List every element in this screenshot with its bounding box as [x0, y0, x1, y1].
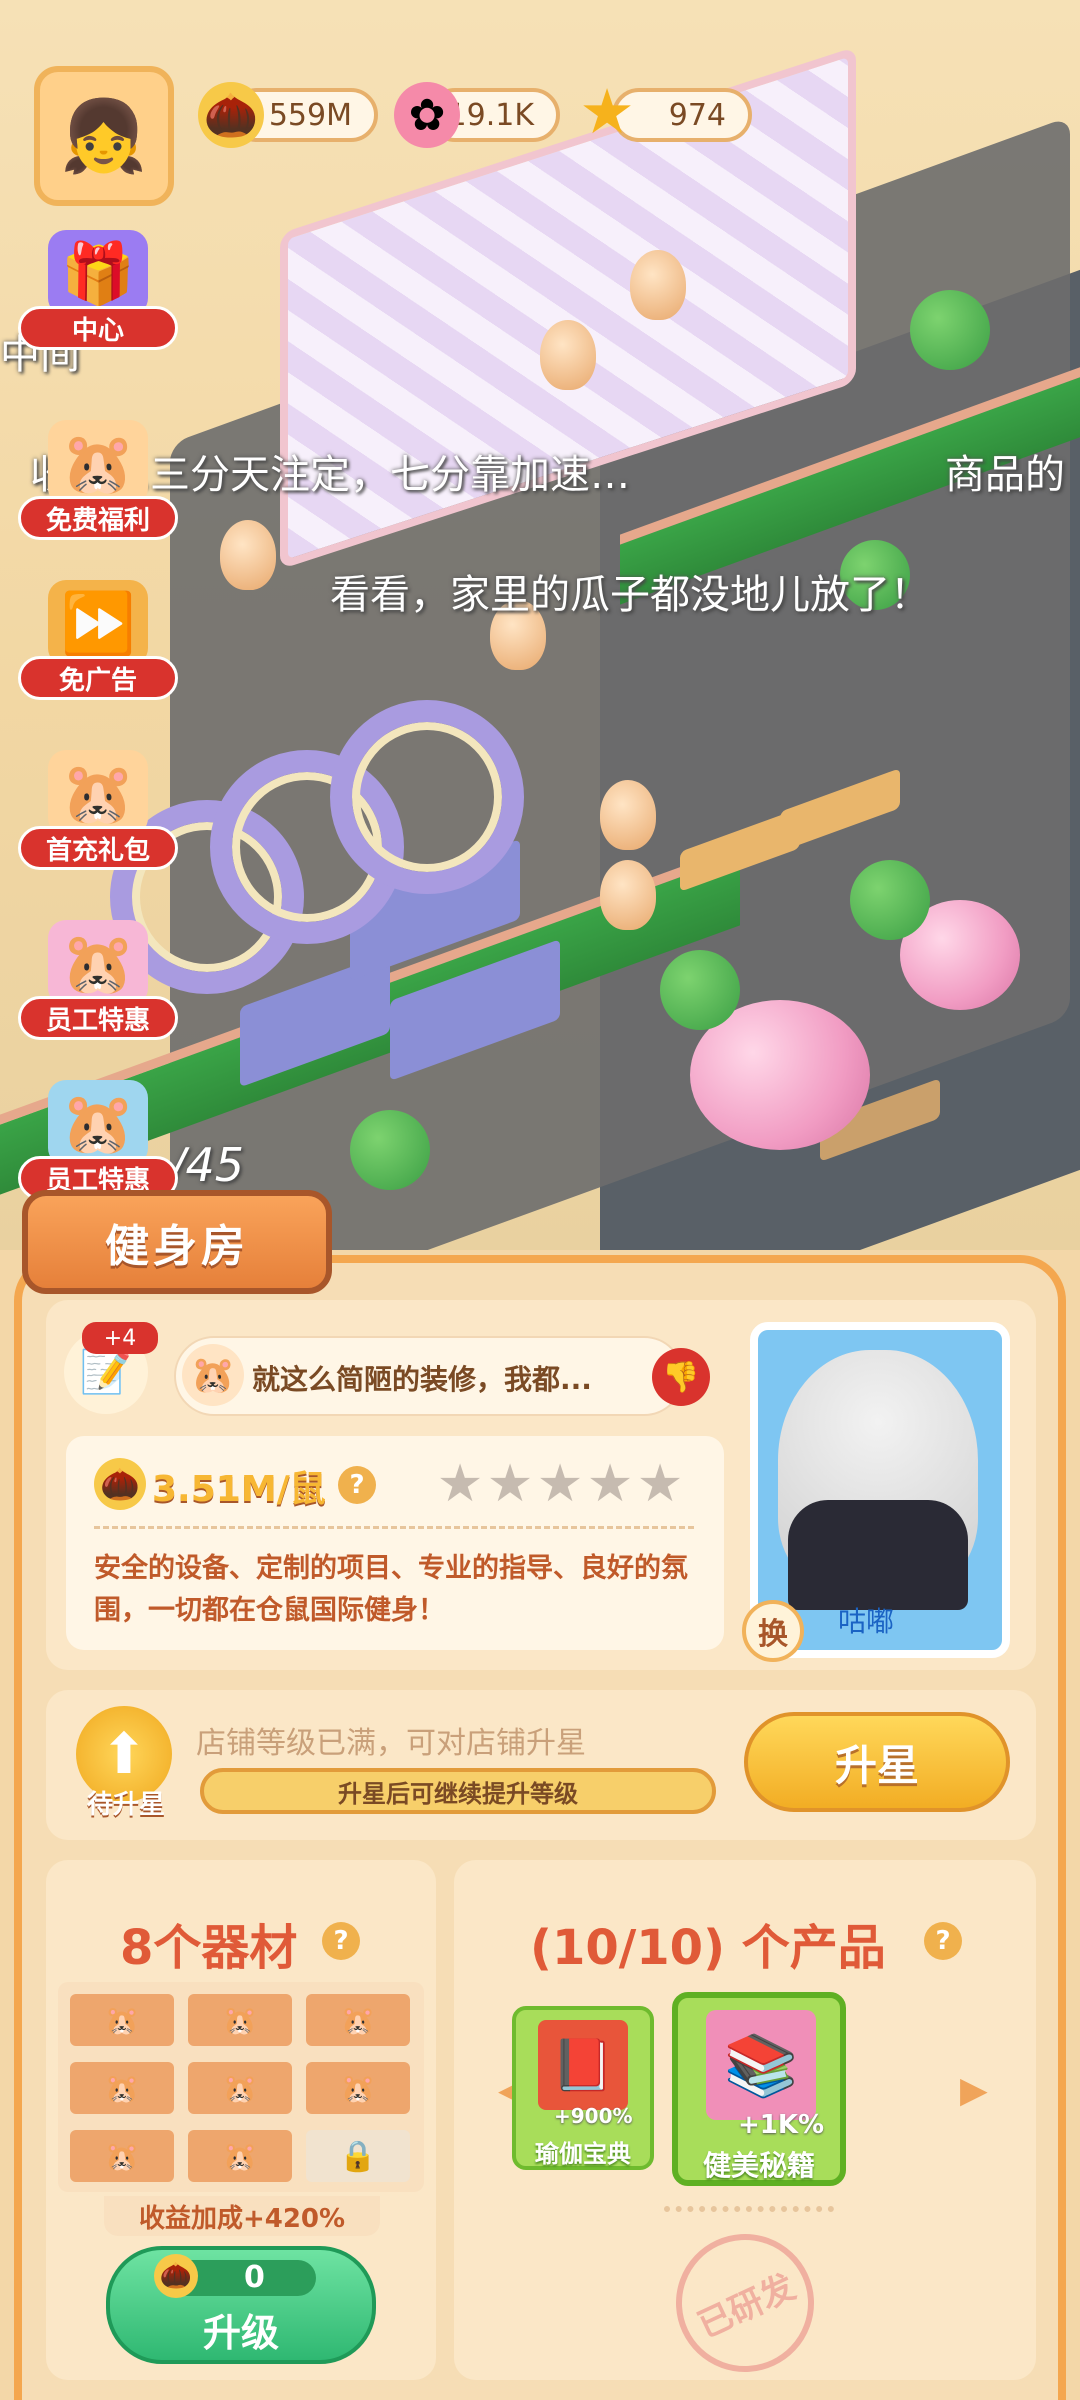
bush [660, 950, 740, 1030]
equipment-slot[interactable]: 🐹 [306, 2062, 410, 2114]
comment-count-badge: +4 [82, 1322, 158, 1354]
first-charge-pack-label: 首充礼包 [18, 826, 178, 870]
equipment-slot[interactable]: 🐹 [188, 2130, 292, 2182]
hamster-gift-icon: 🐹 [48, 750, 148, 836]
product-bonus: +900% [554, 2104, 633, 2128]
upgrade-progress-bar: 升星后可继续提升等级 [200, 1768, 716, 1814]
income-rate: 3.51M/鼠 [152, 1469, 326, 1510]
no-ads-label: 免广告 [18, 656, 178, 700]
product-card-bodybuilding[interactable]: 📚 +1K% 健美秘籍 [672, 1992, 846, 2186]
seed-coin-icon: 🌰 [154, 2254, 198, 2298]
star-icon: ★ [586, 1454, 634, 1514]
star-icon: ★ [486, 1454, 534, 1514]
review-text: 就这么简陋的装修，我都... [252, 1363, 592, 1396]
seed-value: 559M [268, 97, 352, 133]
thumbs-down-icon[interactable]: 👎 [652, 1348, 710, 1406]
upgrade-star-button[interactable]: 升星 [744, 1712, 1010, 1812]
products-title: (10/10) 个产品 [530, 1920, 886, 1976]
shop-stats-box: 🌰 3.51M/鼠 ? ★ ★ ★ ★ ★ 安全的设备、定制的项目、专业的指导、… [66, 1436, 724, 1650]
capacity-counter: /45 [170, 1138, 245, 1192]
product-name: 瑜伽宝典 [535, 2140, 631, 2168]
no-ads-button[interactable]: ⏩ 免广告 [18, 580, 178, 700]
customer-hamster[interactable] [600, 780, 656, 850]
locked-slot[interactable]: 🔒 [306, 2130, 410, 2182]
speech-bubble: 看看，家里的瓜子都没地儿放了！ [330, 572, 930, 618]
flower-value: 19.1K [447, 97, 534, 133]
pink-hamster-icon: 🐹 [48, 920, 148, 1006]
equipment-help-icon[interactable]: ? [322, 1922, 360, 1960]
star-value: 974 [668, 97, 726, 133]
book-icon: 📕 [538, 2020, 628, 2110]
upgrade-badge-label: 待升星 [86, 1790, 165, 1820]
free-benefits-label: 免费福利 [18, 496, 178, 540]
detective-hamster-icon: 🐹 [48, 1080, 148, 1166]
bush [350, 1110, 430, 1190]
upgrade-cost: 0 [244, 2260, 265, 2295]
star-icon: ★ [536, 1454, 584, 1514]
speech-bubble: 商品的 [945, 452, 1065, 498]
free-benefits-button[interactable]: 🐹 免费福利 [18, 420, 178, 540]
equipment-slot[interactable]: 🐹 [188, 2062, 292, 2114]
upgrade-equipment-button[interactable]: 🌰 0 升级 [106, 2246, 376, 2364]
review-bar[interactable]: 🐹 就这么简陋的装修，我都... 👎 [174, 1336, 710, 1416]
income-help-icon[interactable]: ? [338, 1466, 376, 1504]
gold-star-icon: ★ [579, 74, 635, 148]
star-icon: ★ [636, 1454, 684, 1514]
shop-description: 安全的设备、定制的项目、专业的指导、良好的氛围，一切都在仓鼠国际健身！ [94, 1553, 688, 1626]
hamster-icon: 🐹 [48, 420, 148, 506]
equipment-slot[interactable]: 🐹 [306, 1994, 410, 2046]
swap-staff-button[interactable]: 换 [742, 1600, 804, 1662]
staff-name: 咕嘟 [838, 1605, 895, 1638]
shop-title: 健身房 [22, 1190, 332, 1294]
equipment-slot[interactable]: 🐹 [70, 2130, 174, 2182]
gift-box-icon: 🎁 [48, 230, 148, 316]
equipment-slot[interactable]: 🐹 [188, 1994, 292, 2046]
customer-hamster[interactable] [600, 860, 656, 930]
equipment-slot[interactable]: 🐹 [70, 2062, 174, 2114]
bush [850, 860, 930, 940]
product-card-yoga[interactable]: 📕 +900% 瑜伽宝典 [512, 2006, 654, 2170]
staff-deal-button[interactable]: 🐹 员工特惠 [18, 920, 178, 1040]
equipment-slot[interactable]: 🐹 [70, 1994, 174, 2046]
lock-icon: 🔒 [339, 2138, 377, 2174]
reviewer-hamster-icon: 🐹 [182, 1344, 244, 1406]
upgrade-label: 升级 [202, 2311, 279, 2355]
side-center-button[interactable]: 🎁 中心 [18, 230, 178, 350]
upgrade-bar-text: 升星后可继续提升等级 [338, 1779, 578, 1808]
hamster-wheel[interactable] [330, 700, 524, 894]
page-dots [664, 2206, 834, 2224]
equipment-bonus: 收益加成+420% [104, 2196, 380, 2236]
product-name: 健美秘籍 [702, 2149, 815, 2182]
product-bonus: +1K% [738, 2110, 825, 2140]
staff-suit [788, 1500, 968, 1610]
customer-hamster[interactable] [630, 250, 686, 320]
customer-hamster[interactable] [220, 520, 276, 590]
staff-deal-button-2[interactable]: 🐹 员工特惠 [18, 1080, 178, 1200]
products-next-arrow[interactable]: ▶ [960, 2070, 992, 2111]
seed-coin-icon: 🌰 [94, 1458, 146, 1510]
seed-coin-icon: 🌰 [198, 82, 264, 148]
side-center-label: 中心 [18, 306, 178, 350]
divider [94, 1526, 694, 1529]
products-help-icon[interactable]: ? [924, 1922, 962, 1960]
first-charge-pack-button[interactable]: 🐹 首充礼包 [18, 750, 178, 870]
upgrade-status-text: 店铺等级已满，可对店铺升星 [196, 1726, 586, 1761]
player-avatar[interactable]: 👧 [34, 66, 174, 206]
pink-flower-icon: ✿ [394, 82, 460, 148]
fast-forward-icon: ⏩ [48, 580, 148, 666]
equipment-title: 8个器材 [120, 1920, 298, 1976]
star-icon: ★ [436, 1454, 484, 1514]
staff-deal-label: 员工特惠 [18, 996, 178, 1040]
bush [910, 290, 990, 370]
book-stack-icon: 📚 [706, 2010, 816, 2120]
customer-hamster[interactable] [540, 320, 596, 390]
